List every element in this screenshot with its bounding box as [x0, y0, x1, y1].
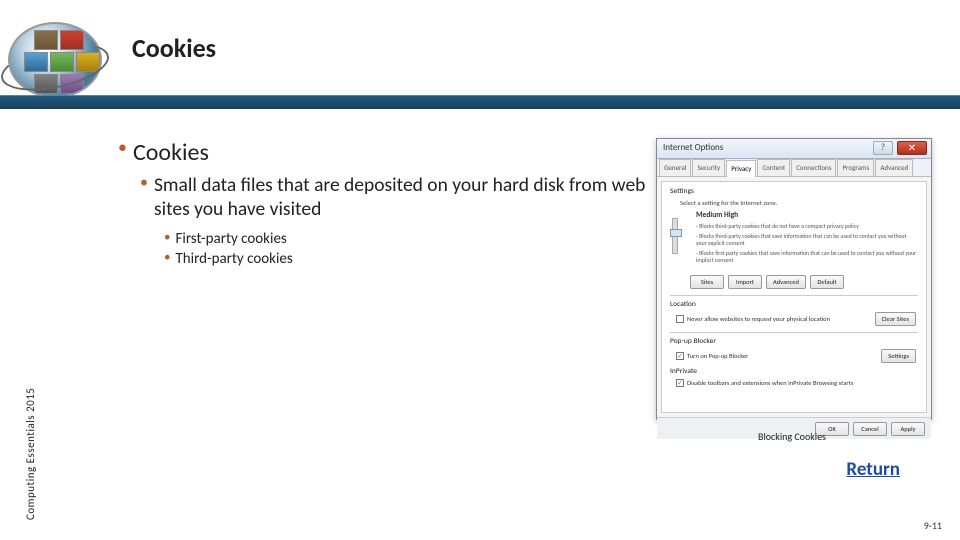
close-button[interactable]: ✕: [897, 141, 927, 155]
content-area: • Cookies • Small data files that are de…: [118, 138, 648, 270]
group-inprivate: InPrivate: [670, 367, 918, 376]
bullet-l3b: Third-party cookies: [175, 250, 292, 268]
dialog-title-text: Internet Options: [663, 142, 723, 153]
slide-title: Cookies: [132, 32, 216, 64]
popup-settings-button[interactable]: Settings: [881, 349, 916, 363]
location-chk-label: Never allow websites to request your phy…: [687, 315, 830, 323]
dialog-panel: Settings Select a setting for the Intern…: [661, 181, 927, 413]
location-checkbox[interactable]: Never allow websites to request your phy…: [676, 315, 830, 323]
popup-chk-label: Turn on Pop-up Blocker: [687, 352, 748, 360]
tab-programs[interactable]: Programs: [837, 159, 874, 176]
page-number: 9-11: [924, 519, 942, 532]
sites-button[interactable]: Sites: [690, 275, 724, 289]
inprivate-chk-label: Disable toolbars and extensions when InP…: [687, 379, 853, 387]
textbook-logo: [8, 22, 108, 98]
privacy-desc-3: - Blocks first-party cookies that save i…: [696, 250, 918, 265]
bullet-l1: Cookies: [133, 138, 209, 167]
dialog-title: Internet Options ? ✕: [657, 139, 931, 159]
import-button[interactable]: Import: [728, 275, 762, 289]
default-button[interactable]: Default: [810, 275, 844, 289]
tab-content[interactable]: Content: [757, 159, 790, 176]
tab-connections[interactable]: Connections: [791, 159, 836, 176]
bullet-icon: •: [118, 138, 127, 158]
privacy-level: Medium High: [696, 211, 918, 220]
clear-sites-button[interactable]: Clear Sites: [875, 312, 916, 326]
group-location: Location: [670, 300, 918, 309]
bullet-icon: •: [140, 173, 148, 192]
privacy-desc-1: - Blocks third-party cookies that do not…: [696, 223, 918, 231]
inprivate-checkbox[interactable]: ✓Disable toolbars and extensions when In…: [676, 379, 918, 387]
help-button[interactable]: ?: [873, 141, 893, 155]
return-link[interactable]: Return: [846, 458, 900, 481]
popup-checkbox[interactable]: ✓Turn on Pop-up Blocker: [676, 352, 748, 360]
figure-caption: Blocking Cookies: [654, 430, 930, 443]
dialog-tabs: General Security Privacy Content Connect…: [657, 159, 931, 177]
sidebar-label: Computing Essentials 2015: [24, 350, 40, 520]
bullet-l2: Small data files that are deposited on y…: [154, 173, 648, 222]
tab-privacy[interactable]: Privacy: [726, 160, 756, 177]
privacy-desc-2: - Blocks third-party cookies that save i…: [696, 233, 918, 248]
internet-options-dialog: Internet Options ? ✕ General Security Pr…: [656, 138, 932, 420]
group-settings: Settings: [670, 187, 918, 196]
privacy-slider[interactable]: [672, 218, 678, 254]
bullet-l3a: First-party cookies: [175, 230, 286, 248]
tab-security[interactable]: Security: [692, 159, 725, 176]
group-popup: Pop-up Blocker: [670, 337, 918, 346]
bullet-icon: •: [164, 250, 170, 267]
tab-advanced[interactable]: Advanced: [875, 159, 913, 176]
tab-general[interactable]: General: [659, 159, 691, 176]
zone-prompt: Select a setting for the Internet zone.: [680, 199, 918, 207]
advanced-button[interactable]: Advanced: [766, 275, 806, 289]
header-band: [0, 95, 960, 109]
bullet-icon: •: [164, 230, 170, 247]
